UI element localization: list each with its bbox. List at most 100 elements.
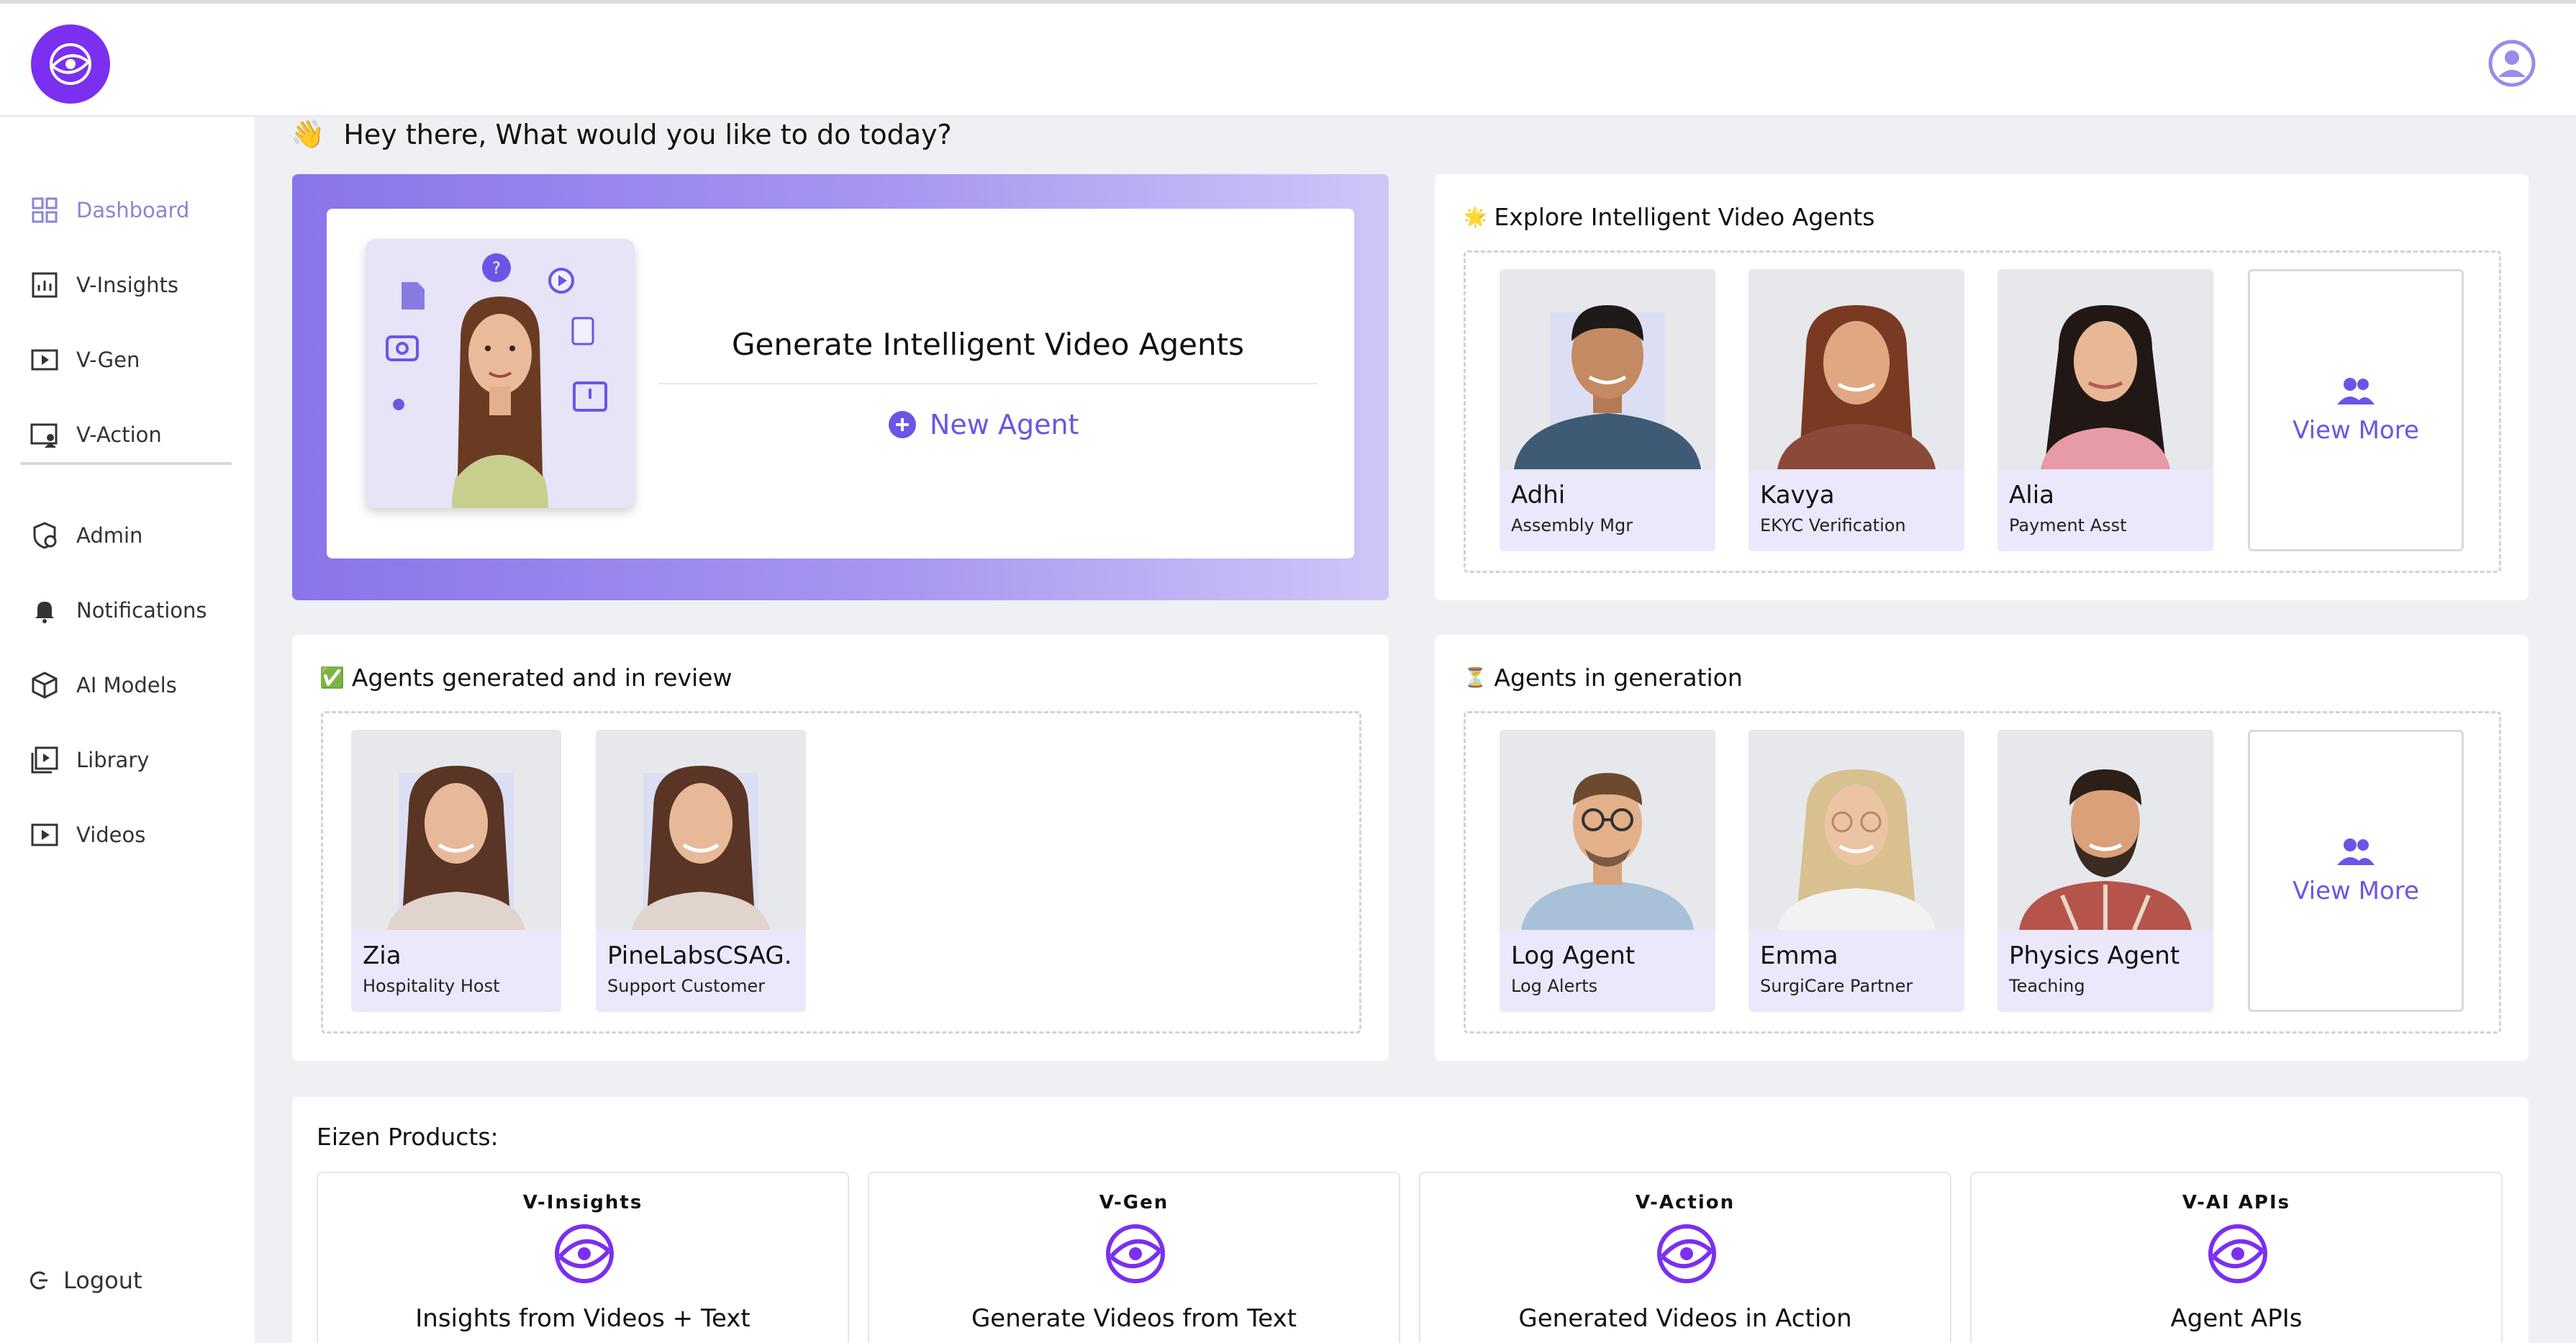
agent-info: Physics Agent Teaching (1997, 930, 2213, 1012)
agent-card[interactable]: Kavya EKYC Verification (1749, 269, 1964, 551)
agent-card[interactable]: Zia Hospitality Host (351, 730, 561, 1012)
agent-photo (596, 730, 806, 930)
admin-shield-icon (33, 522, 57, 549)
greeting-text: Hey there, What would you like to do tod… (343, 118, 952, 150)
agent-illustration: ? (366, 239, 635, 508)
product-badge: V-AI APIs (2182, 1192, 2291, 1213)
agent-card[interactable]: PineLabsCSAG... Support Customer (596, 730, 806, 1012)
agent-card[interactable]: Emma SurgiCare Partner (1749, 730, 1964, 1012)
top-bar (0, 0, 2576, 117)
agent-info: Emma SurgiCare Partner (1749, 930, 1964, 1012)
view-more-button[interactable]: View More (2248, 269, 2464, 551)
eye-logo-icon[interactable] (31, 24, 110, 104)
users-icon (2337, 378, 2375, 404)
agent-name: Adhi (1511, 481, 1566, 510)
divider (658, 383, 1318, 384)
wave-emoji-icon: 👋 (291, 118, 325, 150)
product-label: Generate Videos from Text (971, 1304, 1297, 1333)
agent-role: Log Alerts (1511, 976, 1598, 996)
product-card-v-gen[interactable]: V-Gen Generate Videos from Text (868, 1172, 1400, 1343)
bell-icon (35, 602, 54, 623)
agent-name: Emma (1760, 941, 1838, 970)
eye-logo-icon (1106, 1224, 1165, 1283)
agent-photo (1997, 730, 2213, 931)
greeting: 👋 Hey there, What would you like to do t… (291, 118, 952, 150)
users-icon (2337, 838, 2375, 865)
plus-circle-icon (889, 411, 916, 438)
user-avatar-icon[interactable] (2488, 40, 2536, 87)
agent-card[interactable]: Log Agent Log Alerts (1500, 730, 1715, 1012)
generate-agents-inner: ? Generate Intelligent Video Agents New … (327, 209, 1354, 559)
sidebar-item-label: V-Insights (76, 273, 178, 297)
agent-card[interactable]: Adhi Assembly Mgr (1500, 269, 1715, 551)
product-label: Agent APIs (2170, 1304, 2303, 1333)
agent-info: Zia Hospitality Host (351, 930, 561, 1012)
sidebar-item-notifications[interactable]: Notifications (29, 589, 237, 632)
agent-info: Kavya EKYC Verification (1749, 469, 1964, 551)
new-agent-label: New Agent (930, 409, 1079, 440)
check-emoji-icon: ✅ (319, 666, 345, 689)
new-agent-button[interactable]: New Agent (888, 403, 1079, 446)
sidebar-item-v-insights[interactable]: V-Insights (29, 263, 237, 307)
product-label: Generated Videos in Action (1518, 1304, 1852, 1333)
agent-photo (1500, 269, 1715, 469)
sidebar-item-library[interactable]: Library (29, 738, 237, 782)
agent-role: Support Customer (607, 976, 766, 996)
view-more-button[interactable]: View More (2248, 730, 2464, 1012)
sidebar-item-label: Library (76, 748, 150, 772)
sidebar-item-ai-models[interactable]: AI Models (29, 664, 237, 707)
agents-generation-card: ⏳ Agents in generation Log Agent Log Ale… (1435, 635, 2529, 1061)
agents-generation-title: ⏳ Agents in generation (1464, 664, 1743, 692)
play-box-icon (31, 349, 58, 371)
agent-photo (1500, 730, 1715, 930)
eye-logo-icon (555, 1224, 614, 1283)
products-card: Eizen Products: V-Insights Insights from… (292, 1097, 2529, 1343)
generate-agents-card: ? Generate Intelligent Video Agents New … (292, 174, 1389, 600)
agent-info: Adhi Assembly Mgr (1500, 469, 1715, 551)
agent-name: Physics Agent (2009, 941, 2180, 970)
logout-icon (30, 1271, 47, 1290)
agent-info: Log Agent Log Alerts (1500, 930, 1715, 1012)
sidebar-item-label: Videos (76, 823, 146, 847)
agent-info: Alia Payment Asst (1997, 469, 2213, 551)
product-label: Insights from Videos + Text (415, 1304, 750, 1333)
agent-role: Assembly Mgr (1511, 515, 1633, 535)
logout-button[interactable]: Logout (29, 1267, 142, 1294)
agent-role: Teaching (2009, 976, 2085, 996)
agent-role: EKYC Verification (1760, 515, 1906, 535)
sidebar-item-v-action[interactable]: V-Action (29, 413, 237, 456)
product-badge: V-Action (1635, 1192, 1736, 1213)
sidebar-item-label: V-Gen (76, 348, 140, 372)
agent-card[interactable]: Alia Payment Asst (1997, 269, 2213, 551)
agents-review-title: ✅ Agents generated and in review (319, 664, 733, 692)
sidebar-item-videos[interactable]: Videos (29, 813, 237, 856)
person-screen-icon (30, 423, 58, 448)
grid-icon (32, 197, 58, 223)
view-more-label: View More (2292, 416, 2419, 445)
product-badge: V-Gen (1099, 1192, 1169, 1213)
product-card-v-insights[interactable]: V-Insights Insights from Videos + Text (317, 1172, 849, 1343)
library-icon (31, 746, 58, 774)
agent-photo (1997, 269, 2213, 469)
generate-agents-title: Generate Intelligent Video Agents (732, 327, 1244, 362)
agent-card[interactable]: Physics Agent Teaching (1997, 730, 2213, 1012)
product-card-v-action[interactable]: V-Action Generated Videos in Action (1419, 1172, 1951, 1343)
sidebar-item-dashboard[interactable]: Dashboard (29, 189, 237, 232)
agent-name: Alia (2009, 481, 2054, 510)
sidebar-item-v-gen[interactable]: V-Gen (29, 338, 237, 381)
agent-role: Payment Asst (2009, 515, 2127, 535)
agent-photo (1749, 269, 1964, 469)
agents-review-card: ✅ Agents generated and in review Zia Hos… (292, 635, 1389, 1061)
video-icon (31, 823, 58, 846)
explore-agents-card: 🌟 Explore Intelligent Video Agents Adhi … (1435, 174, 2529, 600)
agent-info: PineLabsCSAG... Support Customer (596, 930, 806, 1012)
eye-logo-icon (1657, 1224, 1716, 1283)
explore-agents-title: 🌟 Explore Intelligent Video Agents (1464, 203, 1875, 231)
sidebar-item-admin[interactable]: Admin (29, 514, 237, 557)
agent-role: SurgiCare Partner (1760, 976, 1913, 996)
agent-name: Log Agent (1511, 941, 1636, 970)
product-card-v-ai-apis[interactable]: V-AI APIs Agent APIs (1970, 1172, 2503, 1343)
sparkle-emoji-icon: 🌟 (1464, 206, 1487, 228)
agent-photo (351, 730, 561, 930)
sidebar-divider (20, 462, 232, 465)
